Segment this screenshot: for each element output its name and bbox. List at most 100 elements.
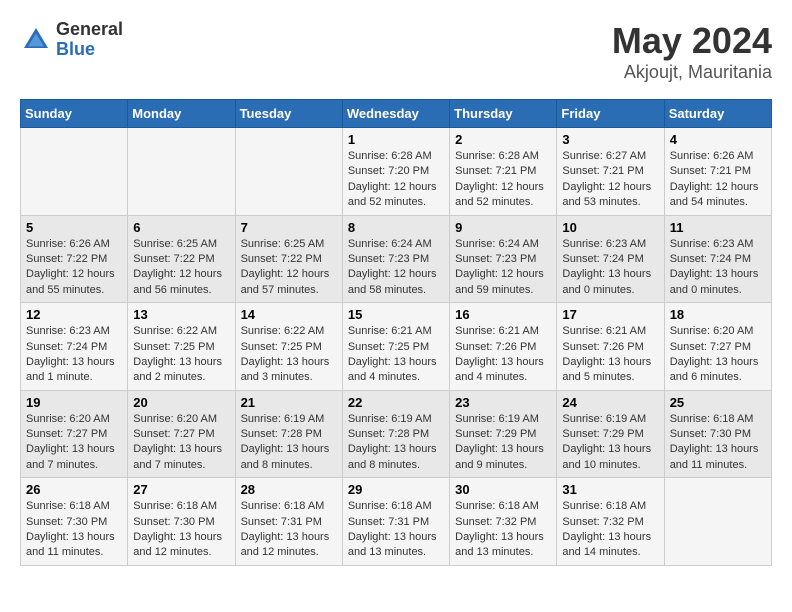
- day-info-line: Daylight: 12 hours and 52 minutes.: [455, 180, 551, 211]
- logo-text: General Blue: [56, 20, 123, 60]
- day-info-line: Daylight: 13 hours and 7 minutes.: [133, 442, 229, 473]
- weekday-header-tuesday: Tuesday: [235, 100, 342, 128]
- calendar-week-2: 5Sunrise: 6:26 AMSunset: 7:22 PMDaylight…: [21, 215, 772, 303]
- day-info-line: Sunrise: 6:21 AM: [455, 324, 551, 339]
- day-info-line: Daylight: 12 hours and 54 minutes.: [670, 180, 766, 211]
- calendar-cell: 31Sunrise: 6:18 AMSunset: 7:32 PMDayligh…: [557, 478, 664, 566]
- logo-icon: [20, 24, 52, 56]
- day-number: 12: [26, 307, 122, 322]
- calendar-week-4: 19Sunrise: 6:20 AMSunset: 7:27 PMDayligh…: [21, 390, 772, 478]
- day-info-line: Sunrise: 6:19 AM: [562, 412, 658, 427]
- calendar-cell: 21Sunrise: 6:19 AMSunset: 7:28 PMDayligh…: [235, 390, 342, 478]
- day-info-line: Daylight: 13 hours and 13 minutes.: [348, 530, 444, 561]
- calendar-cell: 20Sunrise: 6:20 AMSunset: 7:27 PMDayligh…: [128, 390, 235, 478]
- day-info-line: Sunset: 7:26 PM: [562, 340, 658, 355]
- day-info-line: Sunrise: 6:19 AM: [455, 412, 551, 427]
- day-info-line: Daylight: 13 hours and 7 minutes.: [26, 442, 122, 473]
- day-info-line: Sunrise: 6:21 AM: [348, 324, 444, 339]
- day-info-line: Sunset: 7:22 PM: [241, 252, 337, 267]
- day-info-line: Sunrise: 6:18 AM: [133, 499, 229, 514]
- calendar-cell: [128, 128, 235, 216]
- day-info-line: Sunset: 7:24 PM: [670, 252, 766, 267]
- day-info-line: Daylight: 12 hours and 52 minutes.: [348, 180, 444, 211]
- day-info-line: Sunrise: 6:25 AM: [241, 237, 337, 252]
- weekday-header-monday: Monday: [128, 100, 235, 128]
- day-info-line: Daylight: 13 hours and 14 minutes.: [562, 530, 658, 561]
- calendar-cell: 10Sunrise: 6:23 AMSunset: 7:24 PMDayligh…: [557, 215, 664, 303]
- weekday-header-saturday: Saturday: [664, 100, 771, 128]
- calendar-cell: 4Sunrise: 6:26 AMSunset: 7:21 PMDaylight…: [664, 128, 771, 216]
- day-info-line: Sunrise: 6:18 AM: [562, 499, 658, 514]
- day-info-line: Daylight: 13 hours and 8 minutes.: [348, 442, 444, 473]
- day-info-line: Sunset: 7:25 PM: [133, 340, 229, 355]
- day-info-line: Sunset: 7:26 PM: [455, 340, 551, 355]
- day-info-line: Sunset: 7:24 PM: [562, 252, 658, 267]
- calendar-cell: 25Sunrise: 6:18 AMSunset: 7:30 PMDayligh…: [664, 390, 771, 478]
- day-info-line: Sunset: 7:27 PM: [26, 427, 122, 442]
- calendar-cell: 15Sunrise: 6:21 AMSunset: 7:25 PMDayligh…: [342, 303, 449, 391]
- day-number: 27: [133, 482, 229, 497]
- calendar-cell: [235, 128, 342, 216]
- day-info-line: Daylight: 13 hours and 0 minutes.: [670, 267, 766, 298]
- calendar-cell: 1Sunrise: 6:28 AMSunset: 7:20 PMDaylight…: [342, 128, 449, 216]
- day-number: 11: [670, 220, 766, 235]
- calendar-cell: 26Sunrise: 6:18 AMSunset: 7:30 PMDayligh…: [21, 478, 128, 566]
- day-info-line: Sunset: 7:23 PM: [455, 252, 551, 267]
- title-block: May 2024 Akjoujt, Mauritania: [612, 20, 772, 83]
- day-number: 1: [348, 132, 444, 147]
- day-info-line: Daylight: 13 hours and 0 minutes.: [562, 267, 658, 298]
- day-info-line: Sunrise: 6:28 AM: [455, 149, 551, 164]
- day-info-line: Daylight: 13 hours and 4 minutes.: [348, 355, 444, 386]
- day-info-line: Sunset: 7:32 PM: [562, 515, 658, 530]
- location-title: Akjoujt, Mauritania: [612, 62, 772, 83]
- month-title: May 2024: [612, 20, 772, 62]
- day-info-line: Sunrise: 6:22 AM: [241, 324, 337, 339]
- day-info-line: Daylight: 12 hours and 56 minutes.: [133, 267, 229, 298]
- day-info-line: Daylight: 12 hours and 55 minutes.: [26, 267, 122, 298]
- day-info-line: Daylight: 13 hours and 2 minutes.: [133, 355, 229, 386]
- calendar-cell: 8Sunrise: 6:24 AMSunset: 7:23 PMDaylight…: [342, 215, 449, 303]
- day-number: 13: [133, 307, 229, 322]
- day-info-line: Sunset: 7:21 PM: [455, 164, 551, 179]
- day-info-line: Sunset: 7:28 PM: [241, 427, 337, 442]
- day-info-line: Sunrise: 6:23 AM: [562, 237, 658, 252]
- day-number: 7: [241, 220, 337, 235]
- day-info-line: Sunset: 7:32 PM: [455, 515, 551, 530]
- logo-blue-text: Blue: [56, 40, 123, 60]
- day-info-line: Sunrise: 6:18 AM: [241, 499, 337, 514]
- day-info-line: Sunrise: 6:20 AM: [26, 412, 122, 427]
- day-info-line: Daylight: 12 hours and 53 minutes.: [562, 180, 658, 211]
- day-info-line: Daylight: 12 hours and 57 minutes.: [241, 267, 337, 298]
- calendar-cell: 3Sunrise: 6:27 AMSunset: 7:21 PMDaylight…: [557, 128, 664, 216]
- calendar-cell: 11Sunrise: 6:23 AMSunset: 7:24 PMDayligh…: [664, 215, 771, 303]
- day-info-line: Sunrise: 6:21 AM: [562, 324, 658, 339]
- calendar-cell: 9Sunrise: 6:24 AMSunset: 7:23 PMDaylight…: [450, 215, 557, 303]
- day-number: 23: [455, 395, 551, 410]
- day-info-line: Sunset: 7:30 PM: [26, 515, 122, 530]
- calendar-cell: 6Sunrise: 6:25 AMSunset: 7:22 PMDaylight…: [128, 215, 235, 303]
- calendar-cell: 28Sunrise: 6:18 AMSunset: 7:31 PMDayligh…: [235, 478, 342, 566]
- weekday-header-wednesday: Wednesday: [342, 100, 449, 128]
- logo: General Blue: [20, 20, 123, 60]
- day-info-line: Sunrise: 6:26 AM: [670, 149, 766, 164]
- day-number: 8: [348, 220, 444, 235]
- day-info-line: Daylight: 13 hours and 11 minutes.: [26, 530, 122, 561]
- day-number: 15: [348, 307, 444, 322]
- day-info-line: Daylight: 12 hours and 59 minutes.: [455, 267, 551, 298]
- day-info-line: Sunrise: 6:18 AM: [670, 412, 766, 427]
- day-info-line: Sunrise: 6:20 AM: [670, 324, 766, 339]
- day-info-line: Sunrise: 6:24 AM: [348, 237, 444, 252]
- day-info-line: Sunrise: 6:18 AM: [348, 499, 444, 514]
- calendar-week-3: 12Sunrise: 6:23 AMSunset: 7:24 PMDayligh…: [21, 303, 772, 391]
- day-number: 16: [455, 307, 551, 322]
- day-info-line: Sunrise: 6:20 AM: [133, 412, 229, 427]
- page-header: General Blue May 2024 Akjoujt, Mauritani…: [20, 20, 772, 83]
- day-number: 21: [241, 395, 337, 410]
- day-number: 19: [26, 395, 122, 410]
- day-number: 28: [241, 482, 337, 497]
- calendar-cell: 18Sunrise: 6:20 AMSunset: 7:27 PMDayligh…: [664, 303, 771, 391]
- day-info-line: Sunrise: 6:19 AM: [241, 412, 337, 427]
- calendar-cell: 14Sunrise: 6:22 AMSunset: 7:25 PMDayligh…: [235, 303, 342, 391]
- day-info-line: Sunset: 7:29 PM: [562, 427, 658, 442]
- day-number: 9: [455, 220, 551, 235]
